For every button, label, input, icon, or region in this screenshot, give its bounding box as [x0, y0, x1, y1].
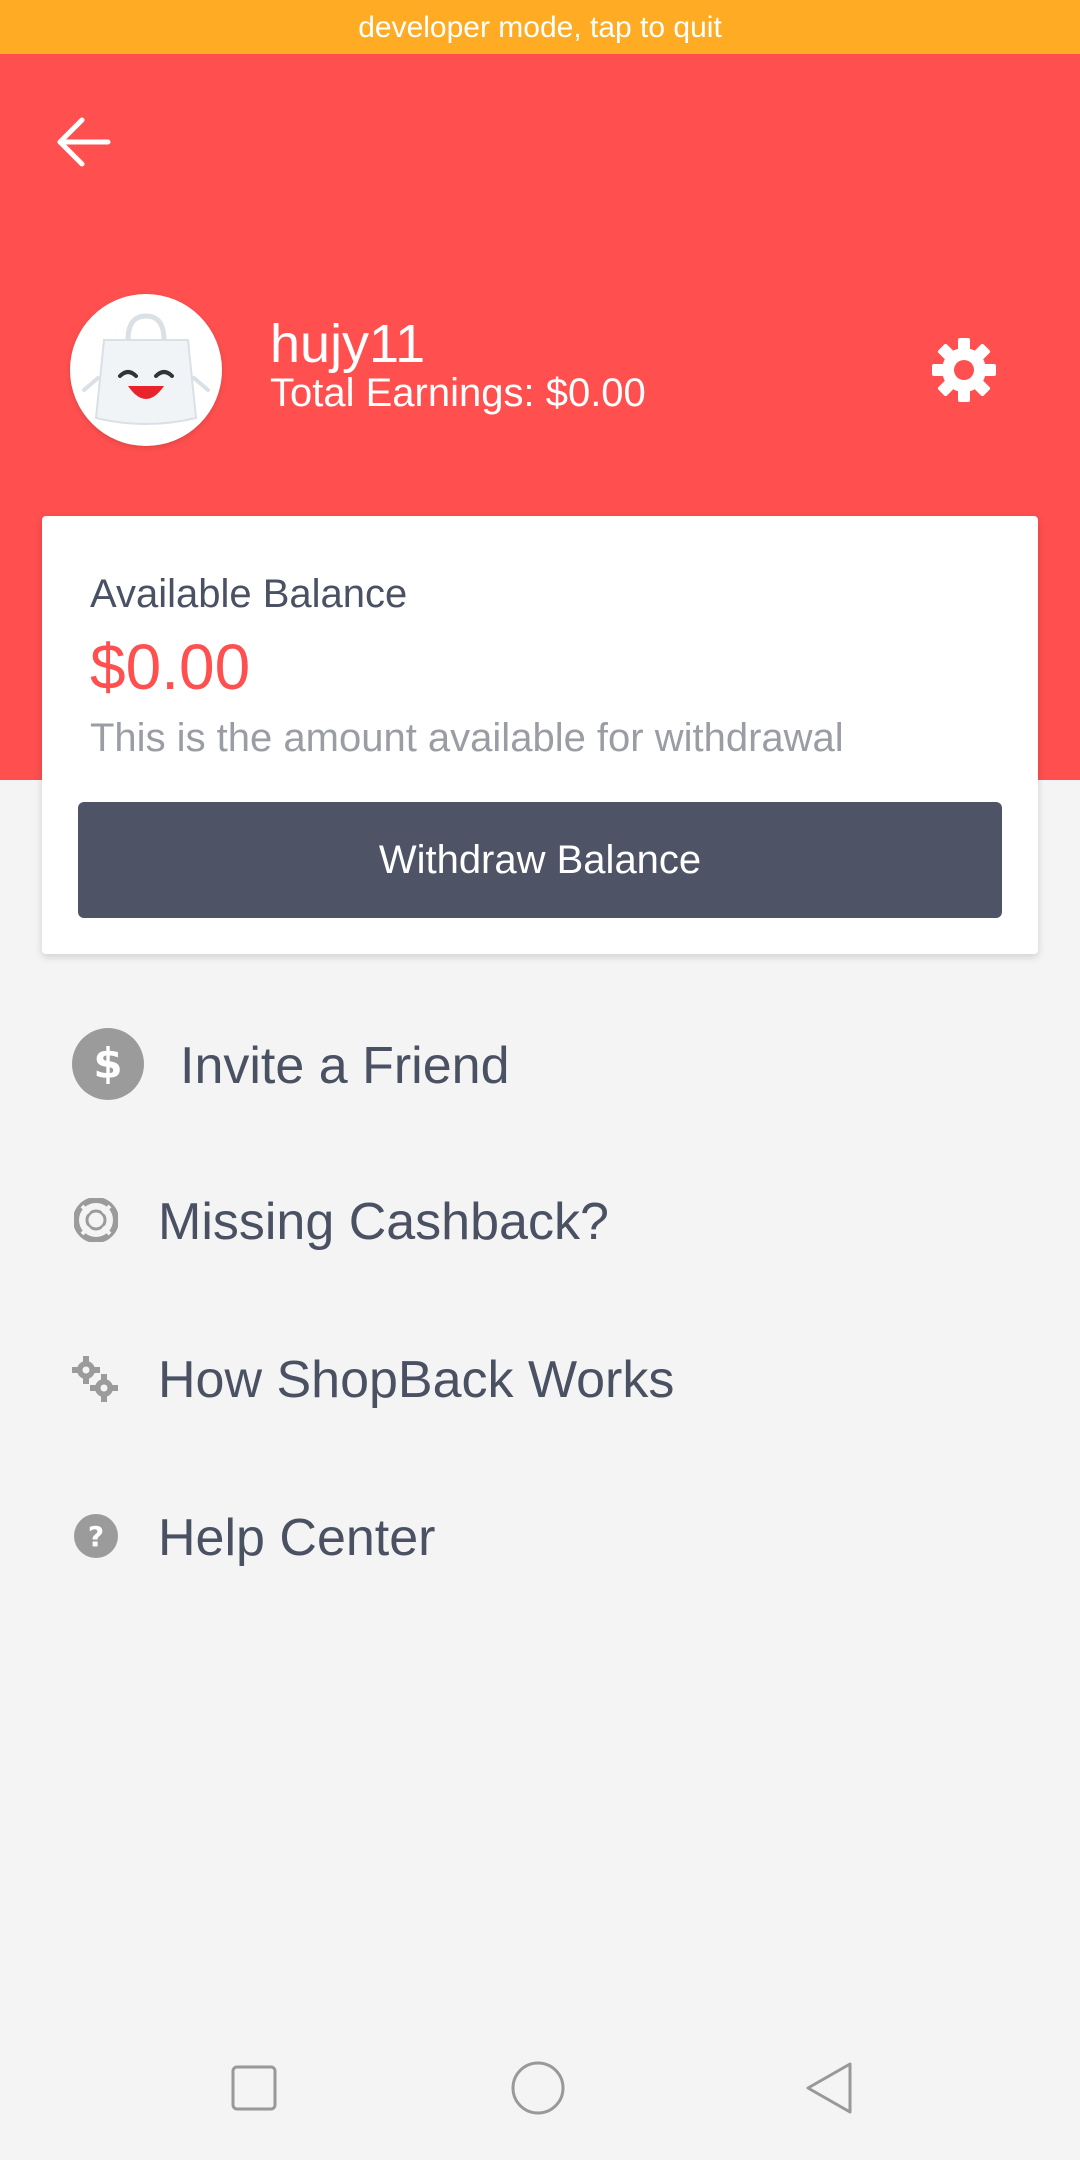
back-triangle-icon[interactable] — [802, 2060, 858, 2116]
balance-title: Available Balance — [90, 572, 408, 616]
question-circle-icon: ? — [74, 1514, 118, 1558]
balance-note: This is the amount available for withdra… — [90, 716, 844, 760]
arrow-left-icon[interactable] — [52, 110, 116, 174]
dollar-circle-icon: $ — [72, 1028, 144, 1100]
menu-label: Help Center — [158, 1509, 436, 1567]
menu-label: Invite a Friend — [180, 1037, 510, 1095]
home-icon[interactable] — [510, 2060, 566, 2116]
gears-icon — [72, 1356, 118, 1402]
menu-item-help-center[interactable]: ? Help Center — [0, 1474, 1080, 1604]
mascot-bag-icon — [82, 313, 210, 425]
withdraw-balance-button[interactable]: Withdraw Balance — [78, 802, 1002, 918]
recent-apps-icon[interactable] — [230, 2064, 278, 2112]
menu-item-how-shopback-works[interactable]: How ShopBack Works — [0, 1316, 1080, 1446]
menu-label: Missing Cashback? — [158, 1193, 609, 1251]
developer-mode-banner[interactable]: developer mode, tap to quit — [0, 0, 1080, 54]
balance-card: Available Balance $0.00 This is the amou… — [42, 516, 1038, 954]
avatar — [70, 294, 222, 446]
system-navigation-bar — [0, 2016, 1080, 2160]
menu-label: How ShopBack Works — [158, 1351, 675, 1409]
svg-text:$: $ — [93, 1039, 122, 1088]
username: hujy11 — [270, 314, 426, 374]
gear-icon[interactable] — [930, 336, 998, 404]
svg-text:?: ? — [88, 1520, 104, 1553]
total-earnings: Total Earnings: $0.00 — [270, 371, 646, 415]
menu-item-missing-cashback[interactable]: Missing Cashback? — [0, 1158, 1080, 1288]
lifebuoy-icon — [74, 1198, 118, 1242]
menu-item-invite-friend[interactable]: $ Invite a Friend — [0, 1000, 1080, 1130]
balance-amount: $0.00 — [90, 631, 251, 703]
